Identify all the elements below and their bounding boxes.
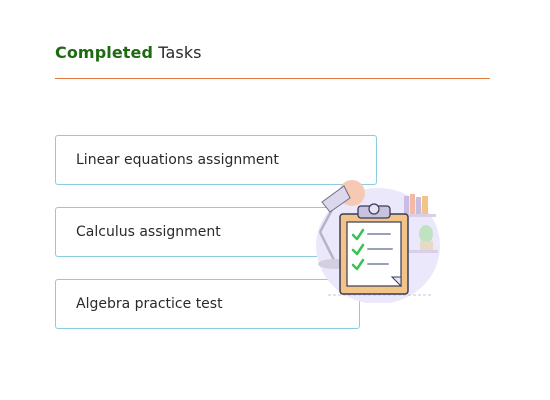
title-divider bbox=[55, 78, 490, 79]
clipboard-checklist-icon bbox=[316, 180, 440, 303]
title-accent: Completed bbox=[55, 43, 154, 62]
task-label: Linear equations assignment bbox=[76, 152, 279, 168]
task-label: Algebra practice test bbox=[76, 296, 223, 312]
task-label: Calculus assignment bbox=[76, 224, 221, 240]
title-rest: Tasks bbox=[153, 43, 202, 62]
page-title: Completed Tasks bbox=[55, 42, 202, 64]
